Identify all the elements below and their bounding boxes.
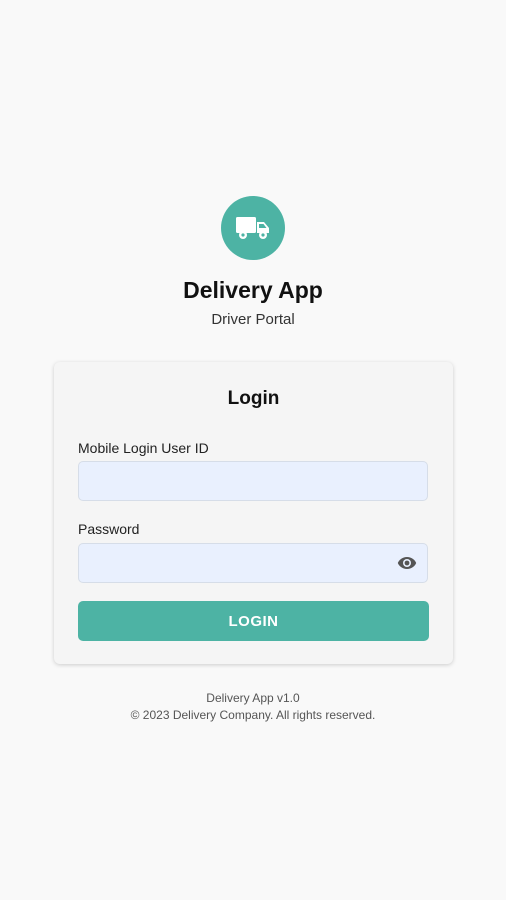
app-version: Delivery App v1.0	[206, 691, 300, 705]
eye-icon	[397, 557, 417, 569]
login-card: Login Mobile Login User ID Password LOGI…	[54, 362, 453, 664]
app-title: Delivery App	[183, 277, 323, 303]
copyright-text: © 2023 Delivery Company. All rights rese…	[130, 708, 376, 722]
password-visibility-toggle[interactable]	[396, 553, 418, 573]
login-button[interactable]: LOGIN	[78, 601, 429, 641]
password-label: Password	[78, 521, 140, 537]
delivery-truck-icon	[236, 217, 269, 239]
user-id-label: Mobile Login User ID	[78, 440, 209, 456]
login-screen: Delivery App Driver Portal Login Mobile …	[0, 0, 506, 900]
app-subtitle: Driver Portal	[211, 311, 295, 328]
password-input[interactable]	[78, 543, 428, 583]
login-card-title: Login	[227, 388, 280, 409]
user-id-input[interactable]	[78, 461, 428, 501]
app-logo	[221, 196, 285, 260]
